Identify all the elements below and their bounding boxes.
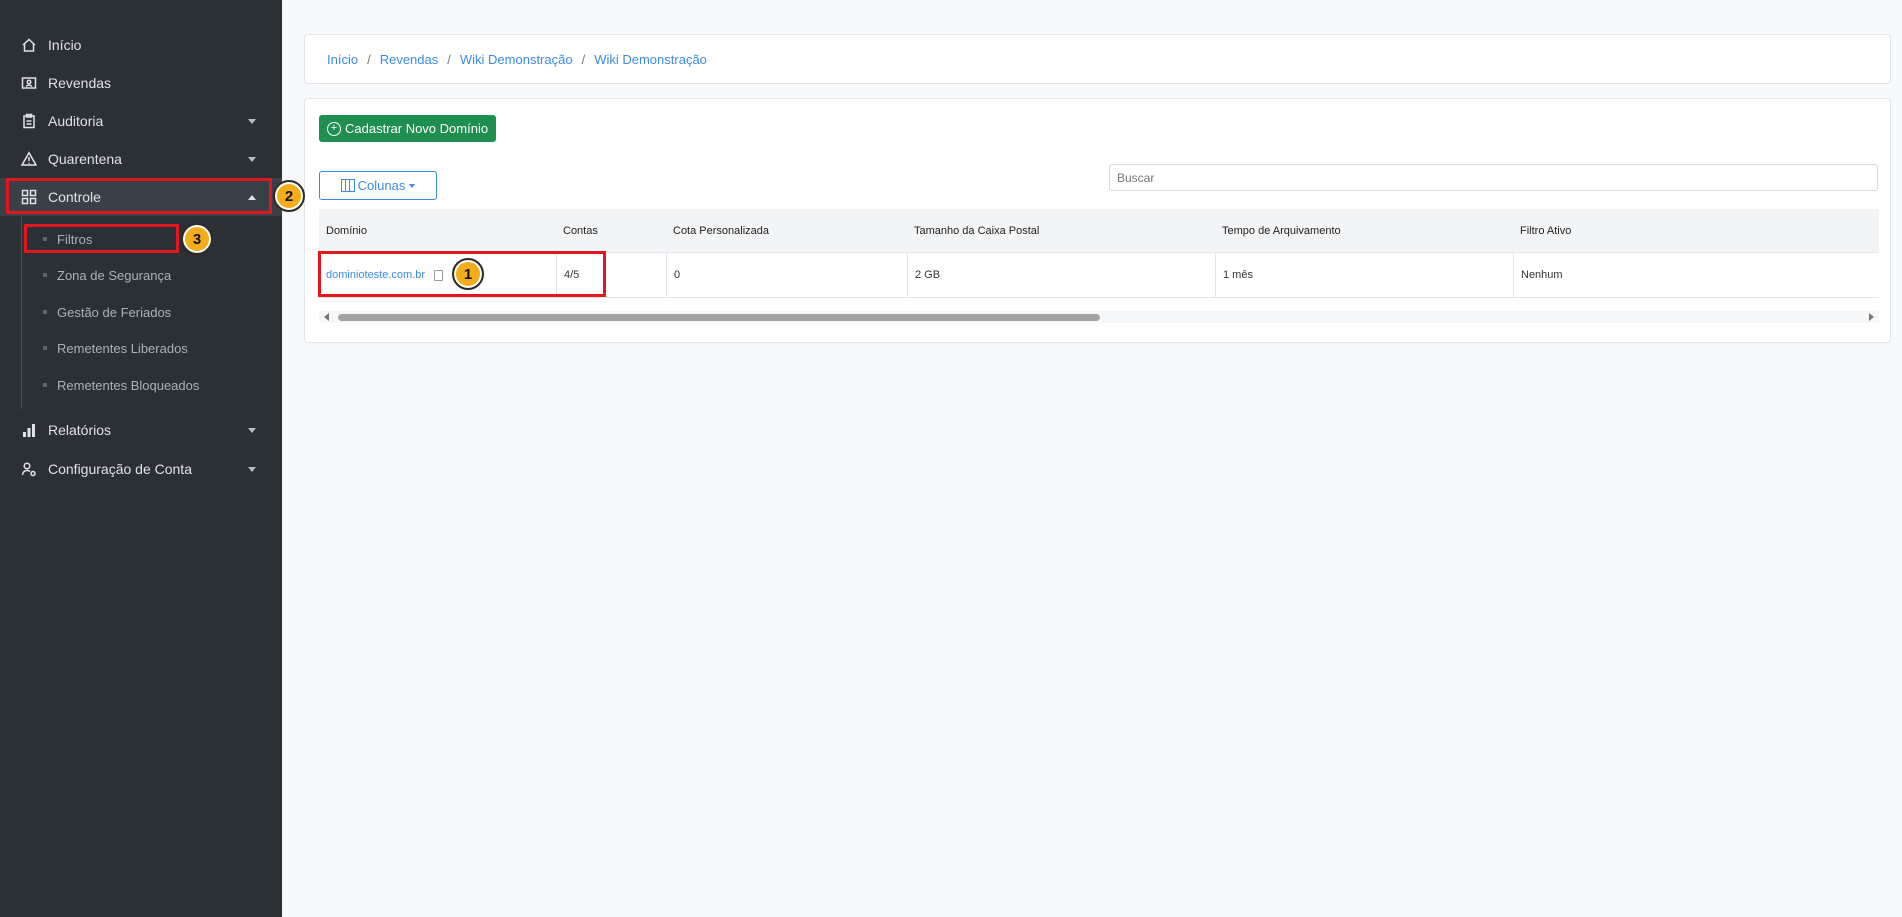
- cell-cota-personalizada: 0: [666, 253, 907, 297]
- sidebar-item-relatorios[interactable]: Relatórios: [0, 411, 282, 449]
- home-icon: [21, 37, 37, 53]
- horizontal-scrollbar[interactable]: [319, 311, 1879, 323]
- plus-circle-icon: +: [327, 121, 341, 136]
- sidebar-item-quarentena[interactable]: Quarentena: [0, 140, 282, 178]
- step-badge-3: 3: [181, 223, 213, 255]
- sidebar-item-label: Início: [48, 37, 82, 53]
- submenu-item-label: Remetentes Bloqueados: [57, 377, 200, 393]
- search-input[interactable]: [1109, 164, 1878, 191]
- sidebar-item-revendas[interactable]: Revendas: [0, 64, 282, 102]
- breadcrumb-revendas[interactable]: Revendas: [380, 52, 439, 67]
- breadcrumb-separator: /: [581, 51, 586, 67]
- sidebar-item-auditoria[interactable]: Auditoria: [0, 102, 282, 140]
- sidebar-item-label: Relatórios: [48, 422, 112, 438]
- submenu-item-remetentes-liberados[interactable]: Remetentes Liberados: [22, 333, 272, 363]
- domains-panel: + Cadastrar Novo Domínio Colunas Domínio…: [304, 98, 1891, 343]
- bullet-icon: [43, 310, 47, 314]
- submenu-item-zona-de-seguranca[interactable]: Zona de Segurança: [22, 260, 272, 290]
- submenu-item-gestao-de-feriados[interactable]: Gestão de Feriados: [22, 297, 272, 327]
- header-tamanho-caixa-postal[interactable]: Tamanho da Caixa Postal: [907, 209, 1215, 252]
- sidebar-item-label: Configuração de Conta: [48, 461, 192, 477]
- clipboard-icon: [21, 113, 37, 129]
- new-domain-label: Cadastrar Novo Domínio: [345, 121, 489, 136]
- id-card-icon: [21, 75, 37, 91]
- submenu-item-remetentes-bloqueados[interactable]: Remetentes Bloqueados: [22, 370, 272, 400]
- new-domain-button[interactable]: + Cadastrar Novo Domínio: [319, 115, 497, 142]
- scrollbar-thumb[interactable]: [338, 314, 1100, 321]
- sidebar-item-label: Quarentena: [48, 151, 122, 167]
- sidebar-item-configuracao-de-conta[interactable]: Configuração de Conta: [0, 450, 282, 488]
- chevron-down-icon: [248, 428, 256, 433]
- breadcrumb-inicio[interactable]: Início: [327, 52, 358, 67]
- header-cota-personalizada[interactable]: Cota Personalizada: [666, 209, 907, 252]
- header-filtro-ativo[interactable]: Filtro Ativo: [1513, 209, 1879, 252]
- bullet-icon: [43, 383, 47, 387]
- warning-icon: [21, 151, 37, 167]
- sidebar-item-label: Auditoria: [48, 113, 104, 129]
- cell-filtro-ativo: Nenhum: [1513, 253, 1879, 297]
- breadcrumb: Início / Revendas / Wiki Demonstração / …: [304, 34, 1891, 84]
- header-dominio[interactable]: Domínio: [319, 209, 556, 252]
- chevron-down-icon: [248, 119, 256, 124]
- bullet-icon: [43, 346, 47, 350]
- columns-label: Colunas: [357, 178, 406, 193]
- bar-chart-icon: [21, 422, 37, 438]
- columns-dropdown-button[interactable]: Colunas: [319, 171, 437, 200]
- chevron-down-icon: [248, 467, 256, 472]
- table-header: Domínio Contas Cota Personalizada Tamanh…: [319, 209, 1879, 253]
- scroll-right-icon[interactable]: [1869, 313, 1874, 321]
- submenu-item-label: Zona de Segurança: [57, 267, 172, 283]
- sidebar-item-label: Revendas: [48, 75, 112, 91]
- bullet-icon: [43, 273, 47, 277]
- sidebar: Início Revendas Auditoria Quarentena Con…: [0, 0, 282, 917]
- user-cog-icon: [21, 461, 37, 477]
- columns-icon: [340, 179, 355, 192]
- caret-down-icon: [409, 183, 416, 188]
- breadcrumb-wiki-demonstracao[interactable]: Wiki Demonstração: [460, 52, 573, 67]
- sidebar-item-inicio[interactable]: Início: [0, 26, 282, 64]
- breadcrumb-separator: /: [367, 51, 371, 67]
- chevron-down-icon: [248, 157, 256, 162]
- highlight-box-filtros: [24, 224, 179, 253]
- step-badge-2: 2: [273, 180, 305, 212]
- step-badge-1: 1: [452, 258, 484, 290]
- highlight-box-controle: [6, 178, 272, 214]
- submenu-item-label: Remetentes Liberados: [57, 340, 188, 356]
- submenu-item-label: Gestão de Feriados: [57, 304, 172, 320]
- header-contas[interactable]: Contas: [556, 209, 666, 252]
- breadcrumb-wiki-demonstracao-current[interactable]: Wiki Demonstração: [594, 52, 707, 67]
- cell-tamanho-caixa-postal: 2 GB: [907, 253, 1215, 297]
- scroll-left-icon[interactable]: [324, 313, 329, 321]
- breadcrumb-separator: /: [447, 51, 451, 67]
- header-tempo-arquivamento[interactable]: Tempo de Arquivamento: [1215, 209, 1513, 252]
- cell-tempo-arquivamento: 1 mês: [1215, 253, 1513, 297]
